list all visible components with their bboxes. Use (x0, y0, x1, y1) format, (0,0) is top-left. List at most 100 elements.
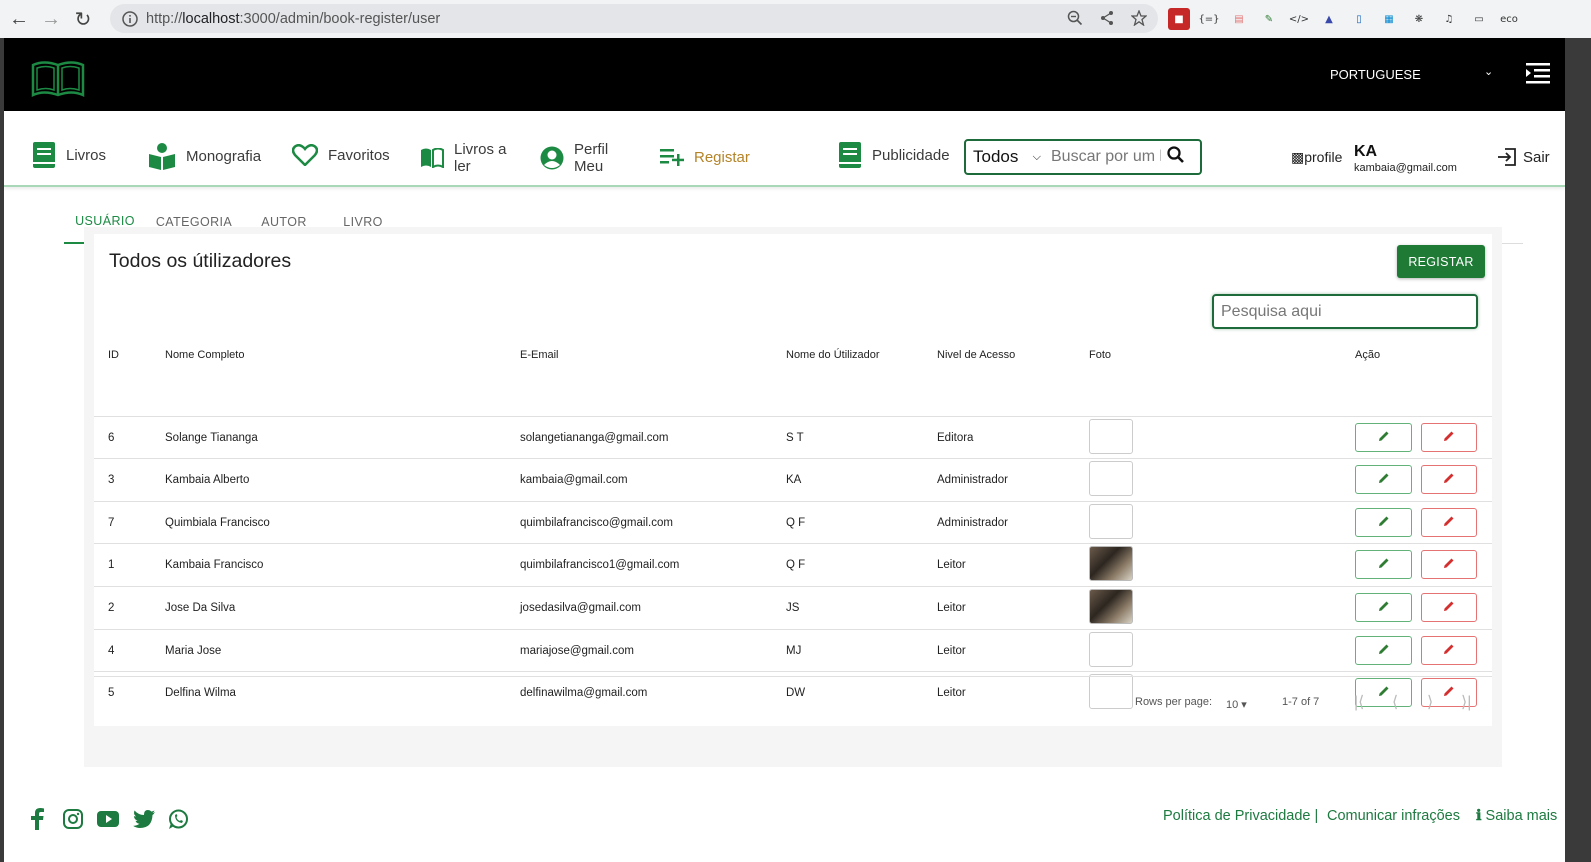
delete-button[interactable] (1421, 550, 1477, 579)
cell-username: MJ (786, 645, 802, 657)
cell-email: quimbilafrancisco1@gmail.com (520, 559, 680, 571)
delete-button[interactable] (1421, 636, 1477, 665)
pencil-icon (1378, 556, 1390, 574)
delete-button[interactable] (1421, 508, 1477, 537)
column-header: Nivel de Acesso (937, 349, 1016, 361)
pencil-icon (1378, 471, 1390, 489)
edit-button[interactable] (1355, 508, 1412, 537)
pencil-icon (1443, 599, 1455, 617)
pencil-icon (1443, 429, 1455, 447)
privacy-link[interactable]: Política de Privacidade | (1163, 808, 1318, 824)
prev-page-icon[interactable]: ⟨ (1392, 692, 1398, 712)
pencil-icon (1443, 684, 1455, 702)
cell-id: 2 (108, 602, 115, 614)
cell-access-level: Administrador (937, 474, 1008, 486)
cell-id: 1 (108, 559, 115, 571)
rows-per-page-label: Rows per page: (1135, 696, 1213, 708)
cell-name: Maria Jose (165, 645, 222, 657)
content-layer: Todos os útilizadores REGISTAR Pesquisa … (4, 0, 1565, 862)
user-photo (1089, 674, 1133, 709)
facebook-icon[interactable] (30, 808, 44, 835)
report-link[interactable]: Comunicar infrações (1327, 808, 1460, 824)
delete-button[interactable] (1421, 465, 1477, 494)
user-photo (1089, 546, 1133, 581)
table-search-input[interactable]: Pesquisa aqui (1212, 294, 1478, 329)
user-photo (1089, 632, 1133, 667)
edit-button[interactable] (1355, 465, 1412, 494)
table-row: 7 Quimbiala Francisco quimbilafrancisco@gm… (94, 501, 1492, 543)
cell-username: Q F (786, 559, 806, 571)
pencil-icon (1443, 514, 1455, 532)
edit-button[interactable] (1355, 423, 1412, 452)
column-header: E-Email (520, 349, 559, 361)
whatsapp-icon[interactable] (168, 809, 189, 835)
info-icon: ℹ (1476, 808, 1482, 824)
cell-access-level: Editora (937, 432, 974, 444)
cell-name: Jose Da Silva (165, 602, 236, 614)
pencil-icon (1378, 642, 1390, 660)
column-header: Foto (1089, 349, 1112, 361)
cell-name: Kambaia Alberto (165, 474, 250, 486)
cell-username: DW (786, 687, 806, 699)
cell-access-level: Leitor (937, 687, 966, 699)
more-link[interactable]: ℹ Saiba mais (1476, 808, 1557, 824)
cell-email: delfinawilma@gmail.com (520, 687, 648, 699)
twitter-icon[interactable] (133, 810, 155, 833)
column-header: Nome Completo (165, 349, 245, 361)
pencil-icon (1443, 642, 1455, 660)
instagram-icon[interactable] (63, 809, 83, 834)
edit-button[interactable] (1355, 593, 1412, 622)
cell-email: quimbilafrancisco@gmail.com (520, 517, 673, 529)
column-header: ID (108, 349, 119, 361)
table-row: 1 Kambaia Francisco quimbilafrancisco1@gma… (94, 543, 1492, 585)
rows-per-page-select[interactable]: 10 ▾ (1226, 698, 1247, 711)
table-row: 2 Jose Da Silva josedasilva@gmail.com JS Lei… (94, 586, 1492, 628)
cell-name: Solange Tiananga (165, 432, 258, 444)
edit-button[interactable] (1355, 550, 1412, 579)
cell-email: solangetiananga@gmail.com (520, 432, 669, 444)
user-photo (1089, 419, 1133, 454)
pencil-icon (1378, 514, 1390, 532)
cell-name: Quimbiala Francisco (165, 517, 270, 529)
pencil-icon (1443, 471, 1455, 489)
last-page-icon[interactable]: ⟩| (1461, 692, 1471, 712)
cell-access-level: Leitor (937, 602, 966, 614)
pencil-icon (1378, 599, 1390, 617)
cell-username: KA (786, 474, 802, 486)
cell-username: S T (786, 432, 804, 444)
pencil-icon (1443, 556, 1455, 574)
delete-button[interactable] (1421, 423, 1477, 452)
user-photo (1089, 504, 1133, 539)
table-row: 3 Kambaia Alberto kambaia@gmail.com KA Admin… (94, 458, 1492, 500)
column-header: Ação (1355, 349, 1381, 361)
cell-name: Delfina Wilma (165, 687, 236, 699)
next-page-icon[interactable]: ⟩ (1427, 692, 1433, 712)
cell-email: kambaia@gmail.com (520, 474, 628, 486)
register-button[interactable]: REGISTAR (1397, 245, 1485, 278)
pencil-icon (1378, 429, 1390, 447)
delete-button[interactable] (1421, 593, 1477, 622)
cell-access-level: Leitor (937, 559, 966, 571)
cell-access-level: Administrador (937, 517, 1008, 529)
cell-access-level: Leitor (937, 645, 966, 657)
cell-id: 7 (108, 517, 115, 529)
cell-id: 3 (108, 474, 115, 486)
user-photo (1089, 461, 1133, 496)
user-photo (1089, 589, 1133, 624)
table-row: 6 Solange Tiananga solangetiananga@gmail.c… (94, 416, 1492, 458)
cell-id: 6 (108, 432, 115, 444)
edit-button[interactable] (1355, 636, 1412, 665)
column-header: Nome do Útilizador (786, 349, 880, 361)
cell-email: mariajose@gmail.com (520, 645, 634, 657)
page-title: Todos os útilizadores (109, 250, 292, 272)
cell-name: Kambaia Francisco (165, 559, 264, 571)
first-page-icon[interactable]: |⟨ (1354, 692, 1364, 712)
cell-id: 5 (108, 687, 115, 699)
cell-id: 4 (108, 645, 115, 657)
cell-username: Q F (786, 517, 806, 529)
pagination-range: 1-7 of 7 (1282, 696, 1320, 708)
divider (94, 676, 1492, 677)
cell-email: josedasilva@gmail.com (520, 602, 641, 614)
pencil-icon (1378, 684, 1390, 702)
youtube-icon[interactable] (97, 811, 119, 832)
